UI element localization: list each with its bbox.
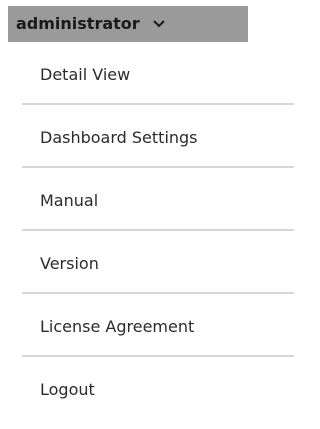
username-label: administrator	[16, 14, 140, 33]
user-menu-button[interactable]: administrator	[8, 6, 248, 42]
menu-item-version[interactable]: Version	[22, 231, 294, 294]
user-dropdown-menu: Detail View Dashboard Settings Manual Ve…	[22, 42, 294, 420]
chevron-down-icon	[153, 5, 165, 41]
menu-item-label: Detail View	[40, 65, 131, 84]
menu-item-label: License Agreement	[40, 317, 195, 336]
menu-item-license-agreement[interactable]: License Agreement	[22, 294, 294, 357]
menu-item-label: Logout	[40, 380, 95, 399]
menu-item-dashboard-settings[interactable]: Dashboard Settings	[22, 105, 294, 168]
menu-item-label: Version	[40, 254, 99, 273]
menu-item-detail-view[interactable]: Detail View	[22, 42, 294, 105]
menu-item-label: Dashboard Settings	[40, 128, 198, 147]
menu-item-label: Manual	[40, 191, 99, 210]
menu-item-logout[interactable]: Logout	[22, 357, 294, 420]
menu-item-manual[interactable]: Manual	[22, 168, 294, 231]
